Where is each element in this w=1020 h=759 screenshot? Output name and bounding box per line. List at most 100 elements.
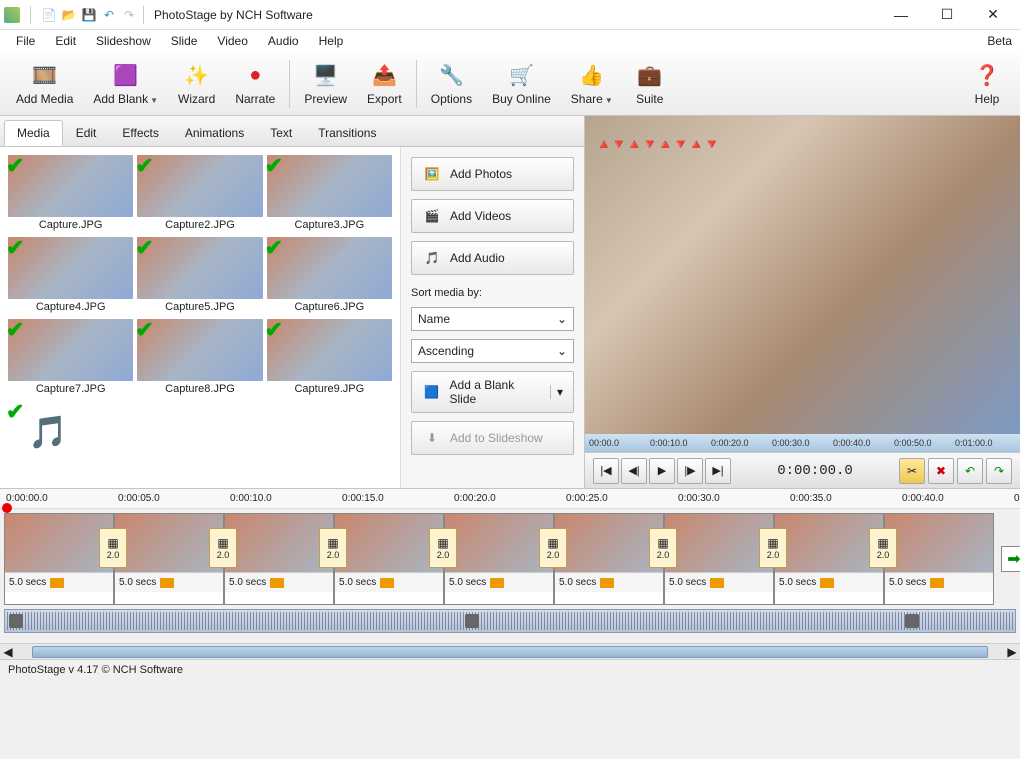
goto-start-button[interactable]: |◀ [593, 458, 619, 484]
narrate-button[interactable]: ●Narrate [225, 58, 285, 110]
menu-slideshow[interactable]: Slideshow [88, 32, 159, 50]
sort-by-select[interactable]: Name⌄ [411, 307, 574, 331]
timeline-clip[interactable]: 5.0 secs▦2.0 [444, 513, 554, 605]
play-button[interactable]: ▶ [649, 458, 675, 484]
timeline-clip[interactable]: 5.0 secs▦2.0 [664, 513, 774, 605]
media-thumb[interactable]: ✔Capture8.JPG [137, 319, 262, 395]
suite-button[interactable]: 💼Suite [623, 58, 677, 110]
media-thumb-audio[interactable]: ✔ 🎵 [8, 401, 88, 463]
transition-box[interactable]: ▦2.0 [649, 528, 677, 568]
tab-text[interactable]: Text [257, 120, 305, 146]
playhead-icon[interactable] [2, 503, 12, 513]
video-track[interactable]: 5.0 secs▦2.05.0 secs▦2.05.0 secs▦2.05.0 … [0, 509, 1020, 605]
menu-audio[interactable]: Audio [260, 32, 307, 50]
menu-video[interactable]: Video [209, 32, 255, 50]
add-photos-button[interactable]: 🖼️Add Photos [411, 157, 574, 191]
redo-button[interactable]: ↷ [986, 458, 1012, 484]
share-button[interactable]: 👍Share▼ [561, 58, 623, 110]
tab-media[interactable]: Media [4, 120, 63, 146]
media-thumb[interactable]: ✔Capture.JPG [8, 155, 133, 231]
minimize-button[interactable]: — [878, 0, 924, 30]
maximize-button[interactable]: ☐ [924, 0, 970, 30]
media-thumb[interactable]: ✔Capture3.JPG [267, 155, 392, 231]
timeline-clip[interactable]: 5.0 secs▦2.0 [884, 513, 994, 605]
timeline-clip[interactable]: 5.0 secs▦2.0 [774, 513, 884, 605]
preview-button[interactable]: 🖥️Preview [294, 58, 357, 110]
media-thumb[interactable]: ✔Capture7.JPG [8, 319, 133, 395]
media-thumb[interactable]: ✔Capture4.JPG [8, 237, 133, 313]
menu-file[interactable]: File [8, 32, 43, 50]
timeline-clip[interactable]: 5.0 secs▦2.0 [554, 513, 664, 605]
tab-animations[interactable]: Animations [172, 120, 257, 146]
media-thumb[interactable]: ✔Capture6.JPG [267, 237, 392, 313]
buy-online-button[interactable]: 🛒Buy Online [482, 58, 561, 110]
close-button[interactable]: ✕ [970, 0, 1016, 30]
prev-button[interactable]: ◀| [621, 458, 647, 484]
delete-button[interactable]: ✖ [928, 458, 954, 484]
thumbnail-label: Capture8.JPG [137, 383, 262, 395]
timeline-clip[interactable]: 5.0 secs▦2.0 [224, 513, 334, 605]
menubar: File Edit Slideshow Slide Video Audio He… [0, 30, 1020, 52]
new-icon[interactable]: 📄 [41, 7, 57, 23]
transition-box[interactable]: ▦2.0 [539, 528, 567, 568]
menu-help[interactable]: Help [311, 32, 352, 50]
undo-icon[interactable]: ↶ [101, 7, 117, 23]
add-clip-arrow-icon[interactable]: ➡ [1001, 546, 1020, 572]
timeline-clip[interactable]: 5.0 secs▦2.0 [114, 513, 224, 605]
redo-icon[interactable]: ↷ [121, 7, 137, 23]
tab-effects[interactable]: Effects [109, 120, 171, 146]
export-button[interactable]: 📤Export [357, 58, 412, 110]
add-blank-slide-button[interactable]: 🟦Add a Blank Slide▾ [411, 371, 574, 413]
transition-box[interactable]: ▦2.0 [209, 528, 237, 568]
open-icon[interactable]: 📂 [61, 7, 77, 23]
clip-thumbnail [445, 514, 553, 572]
sort-dir-select[interactable]: Ascending⌄ [411, 339, 574, 363]
add-media-button[interactable]: 🎞️Add Media [6, 58, 83, 110]
transition-icon: ▦ [327, 536, 338, 550]
export-icon: 📤 [370, 62, 398, 90]
transition-box[interactable]: ▦2.0 [319, 528, 347, 568]
clip-duration: 5.0 secs [669, 577, 706, 588]
transition-icon: ▦ [547, 536, 558, 550]
goto-end-button[interactable]: ▶| [705, 458, 731, 484]
add-audio-button[interactable]: 🎵Add Audio [411, 241, 574, 275]
undo-button[interactable]: ↶ [957, 458, 983, 484]
record-icon: ● [241, 62, 269, 90]
tab-edit[interactable]: Edit [63, 120, 110, 146]
save-icon[interactable]: 💾 [81, 7, 97, 23]
audio-track[interactable] [4, 609, 1016, 633]
timeline-clip[interactable]: 5.0 secs▦2.0 [334, 513, 444, 605]
clip-thumbnail [225, 514, 333, 572]
help-button[interactable]: ❓Help [960, 58, 1014, 110]
clip-thumbnail [555, 514, 663, 572]
wizard-button[interactable]: ✨Wizard [168, 58, 225, 110]
timeline-ruler[interactable]: 0:00:00.00:00:05.00:00:10.00:00:15.00:00… [0, 489, 1020, 509]
horizontal-scrollbar[interactable]: ◀ ▶ [0, 643, 1020, 659]
add-blank-button[interactable]: 🟪Add Blank▼ [83, 58, 168, 110]
media-thumb[interactable]: ✔Capture2.JPG [137, 155, 262, 231]
media-thumb[interactable]: ✔Capture9.JPG [267, 319, 392, 395]
clip-duration: 5.0 secs [119, 577, 156, 588]
check-icon: ✔ [6, 399, 24, 425]
thumbnail-label: Capture3.JPG [267, 219, 392, 231]
clip-duration: 5.0 secs [889, 577, 926, 588]
timeline-clip[interactable]: 5.0 secs▦2.0 [4, 513, 114, 605]
tab-transitions[interactable]: Transitions [305, 120, 389, 146]
transition-box[interactable]: ▦2.0 [869, 528, 897, 568]
add-videos-button[interactable]: 🎬Add Videos [411, 199, 574, 233]
transition-box[interactable]: ▦2.0 [759, 528, 787, 568]
clip-thumbnail [5, 514, 113, 572]
audio-icon: 🎵 [422, 248, 442, 268]
options-button[interactable]: 🔧Options [421, 58, 482, 110]
media-thumb[interactable]: ✔Capture5.JPG [137, 237, 262, 313]
transition-box[interactable]: ▦2.0 [99, 528, 127, 568]
cut-button[interactable]: ✂ [899, 458, 925, 484]
add-to-slideshow-button[interactable]: ⬇Add to Slideshow [411, 421, 574, 455]
preview-ruler[interactable]: 00:00.00:00:10.00:00:20.00:00:30.00:00:4… [585, 434, 1020, 452]
effect-badge-icon [380, 578, 394, 588]
menu-slide[interactable]: Slide [163, 32, 206, 50]
transition-box[interactable]: ▦2.0 [429, 528, 457, 568]
menu-edit[interactable]: Edit [47, 32, 84, 50]
wrench-icon: 🔧 [437, 62, 465, 90]
next-button[interactable]: |▶ [677, 458, 703, 484]
